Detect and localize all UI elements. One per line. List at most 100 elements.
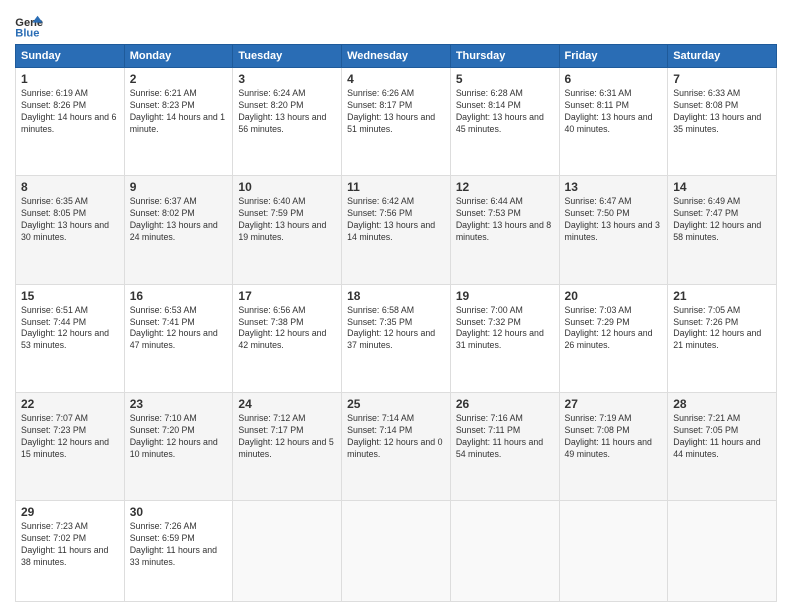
calendar-cell: 7 Sunrise: 6:33 AMSunset: 8:08 PMDaylight… <box>668 68 777 176</box>
day-number: 24 <box>238 397 336 411</box>
calendar-cell: 6 Sunrise: 6:31 AMSunset: 8:11 PMDaylight… <box>559 68 668 176</box>
logo-icon: General Blue <box>15 14 43 38</box>
day-number: 21 <box>673 289 771 303</box>
day-info: Sunrise: 6:31 AMSunset: 8:11 PMDaylight:… <box>565 88 663 136</box>
weekday-header-thursday: Thursday <box>450 45 559 68</box>
calendar-cell: 15 Sunrise: 6:51 AMSunset: 7:44 PMDayligh… <box>16 284 125 392</box>
calendar-cell: 19 Sunrise: 7:00 AMSunset: 7:32 PMDayligh… <box>450 284 559 392</box>
calendar-cell: 10Sunrise: 6:40 AMSunset: 7:59 PMDayligh… <box>233 176 342 284</box>
calendar-cell: 29 Sunrise: 7:23 AMSunset: 7:02 PMDayligh… <box>16 501 125 602</box>
calendar-cell: 4 Sunrise: 6:26 AMSunset: 8:17 PMDaylight… <box>342 68 451 176</box>
weekday-header-saturday: Saturday <box>668 45 777 68</box>
day-info: Sunrise: 7:07 AMSunset: 7:23 PMDaylight:… <box>21 413 119 461</box>
day-info: Sunrise: 6:28 AMSunset: 8:14 PMDaylight:… <box>456 88 554 136</box>
calendar-cell: 30Sunrise: 7:26 AMSunset: 6:59 PMDayligh… <box>124 501 233 602</box>
day-number: 7 <box>673 72 771 86</box>
calendar-cell: 14Sunrise: 6:49 AMSunset: 7:47 PMDayligh… <box>668 176 777 284</box>
calendar-cell: 9 Sunrise: 6:37 AMSunset: 8:02 PMDaylight… <box>124 176 233 284</box>
calendar-cell: 18Sunrise: 6:58 AMSunset: 7:35 PMDayligh… <box>342 284 451 392</box>
weekday-header-monday: Monday <box>124 45 233 68</box>
logo: General Blue <box>15 14 43 38</box>
calendar-cell <box>559 501 668 602</box>
day-info: Sunrise: 7:19 AMSunset: 7:08 PMDaylight:… <box>565 413 663 461</box>
calendar-cell: 20Sunrise: 7:03 AMSunset: 7:29 PMDayligh… <box>559 284 668 392</box>
calendar-week-4: 22 Sunrise: 7:07 AMSunset: 7:23 PMDayligh… <box>16 392 777 500</box>
weekday-header-friday: Friday <box>559 45 668 68</box>
day-number: 5 <box>456 72 554 86</box>
calendar-cell: 3 Sunrise: 6:24 AMSunset: 8:20 PMDaylight… <box>233 68 342 176</box>
day-number: 12 <box>456 180 554 194</box>
day-number: 6 <box>565 72 663 86</box>
day-number: 26 <box>456 397 554 411</box>
day-info: Sunrise: 7:21 AMSunset: 7:05 PMDaylight:… <box>673 413 771 461</box>
day-info: Sunrise: 7:12 AMSunset: 7:17 PMDaylight:… <box>238 413 336 461</box>
day-info: Sunrise: 7:26 AMSunset: 6:59 PMDaylight:… <box>130 521 228 569</box>
day-info: Sunrise: 6:33 AMSunset: 8:08 PMDaylight:… <box>673 88 771 136</box>
day-number: 11 <box>347 180 445 194</box>
calendar-cell: 21 Sunrise: 7:05 AMSunset: 7:26 PMDayligh… <box>668 284 777 392</box>
day-info: Sunrise: 7:05 AMSunset: 7:26 PMDaylight:… <box>673 305 771 353</box>
day-number: 15 <box>21 289 119 303</box>
calendar-cell: 24 Sunrise: 7:12 AMSunset: 7:17 PMDayligh… <box>233 392 342 500</box>
day-number: 29 <box>21 505 119 519</box>
calendar-cell: 17 Sunrise: 6:56 AMSunset: 7:38 PMDayligh… <box>233 284 342 392</box>
calendar-cell: 1 Sunrise: 6:19 AMSunset: 8:26 PMDaylight… <box>16 68 125 176</box>
calendar-cell <box>342 501 451 602</box>
calendar-cell: 26 Sunrise: 7:16 AMSunset: 7:11 PMDayligh… <box>450 392 559 500</box>
day-info: Sunrise: 6:56 AMSunset: 7:38 PMDaylight:… <box>238 305 336 353</box>
calendar-cell <box>668 501 777 602</box>
calendar-cell: 11 Sunrise: 6:42 AMSunset: 7:56 PMDayligh… <box>342 176 451 284</box>
calendar-cell: 22 Sunrise: 7:07 AMSunset: 7:23 PMDayligh… <box>16 392 125 500</box>
calendar-table: SundayMondayTuesdayWednesdayThursdayFrid… <box>15 44 777 602</box>
calendar-cell <box>450 501 559 602</box>
weekday-header-wednesday: Wednesday <box>342 45 451 68</box>
day-info: Sunrise: 6:53 AMSunset: 7:41 PMDaylight:… <box>130 305 228 353</box>
day-number: 8 <box>21 180 119 194</box>
calendar-cell: 12 Sunrise: 6:44 AMSunset: 7:53 PMDayligh… <box>450 176 559 284</box>
calendar-header-row: SundayMondayTuesdayWednesdayThursdayFrid… <box>16 45 777 68</box>
day-info: Sunrise: 6:37 AMSunset: 8:02 PMDaylight:… <box>130 196 228 244</box>
day-number: 23 <box>130 397 228 411</box>
day-number: 3 <box>238 72 336 86</box>
calendar-cell: 13 Sunrise: 6:47 AMSunset: 7:50 PMDayligh… <box>559 176 668 284</box>
day-number: 17 <box>238 289 336 303</box>
day-info: Sunrise: 6:19 AMSunset: 8:26 PMDaylight:… <box>21 88 119 136</box>
day-info: Sunrise: 7:03 AMSunset: 7:29 PMDaylight:… <box>565 305 663 353</box>
day-info: Sunrise: 6:26 AMSunset: 8:17 PMDaylight:… <box>347 88 445 136</box>
day-number: 16 <box>130 289 228 303</box>
day-info: Sunrise: 7:14 AMSunset: 7:14 PMDaylight:… <box>347 413 445 461</box>
calendar-cell: 27 Sunrise: 7:19 AMSunset: 7:08 PMDayligh… <box>559 392 668 500</box>
day-info: Sunrise: 6:44 AMSunset: 7:53 PMDaylight:… <box>456 196 554 244</box>
weekday-header-sunday: Sunday <box>16 45 125 68</box>
calendar-week-5: 29 Sunrise: 7:23 AMSunset: 7:02 PMDayligh… <box>16 501 777 602</box>
day-number: 13 <box>565 180 663 194</box>
day-number: 4 <box>347 72 445 86</box>
day-number: 19 <box>456 289 554 303</box>
day-info: Sunrise: 6:40 AMSunset: 7:59 PMDaylight:… <box>238 196 336 244</box>
day-info: Sunrise: 7:10 AMSunset: 7:20 PMDaylight:… <box>130 413 228 461</box>
day-info: Sunrise: 6:24 AMSunset: 8:20 PMDaylight:… <box>238 88 336 136</box>
day-info: Sunrise: 6:35 AMSunset: 8:05 PMDaylight:… <box>21 196 119 244</box>
calendar-cell: 5 Sunrise: 6:28 AMSunset: 8:14 PMDaylight… <box>450 68 559 176</box>
day-info: Sunrise: 7:00 AMSunset: 7:32 PMDaylight:… <box>456 305 554 353</box>
day-number: 22 <box>21 397 119 411</box>
day-info: Sunrise: 6:21 AMSunset: 8:23 PMDaylight:… <box>130 88 228 136</box>
calendar-cell: 25 Sunrise: 7:14 AMSunset: 7:14 PMDayligh… <box>342 392 451 500</box>
day-info: Sunrise: 7:23 AMSunset: 7:02 PMDaylight:… <box>21 521 119 569</box>
day-number: 1 <box>21 72 119 86</box>
day-info: Sunrise: 6:51 AMSunset: 7:44 PMDaylight:… <box>21 305 119 353</box>
calendar-cell <box>233 501 342 602</box>
header: General Blue <box>15 10 777 38</box>
day-info: Sunrise: 7:16 AMSunset: 7:11 PMDaylight:… <box>456 413 554 461</box>
day-number: 2 <box>130 72 228 86</box>
calendar-cell: 8 Sunrise: 6:35 AMSunset: 8:05 PMDaylight… <box>16 176 125 284</box>
day-number: 9 <box>130 180 228 194</box>
day-info: Sunrise: 6:47 AMSunset: 7:50 PMDaylight:… <box>565 196 663 244</box>
calendar-week-2: 8 Sunrise: 6:35 AMSunset: 8:05 PMDaylight… <box>16 176 777 284</box>
svg-text:Blue: Blue <box>15 27 39 38</box>
calendar-cell: 23 Sunrise: 7:10 AMSunset: 7:20 PMDayligh… <box>124 392 233 500</box>
day-number: 27 <box>565 397 663 411</box>
calendar-cell: 2 Sunrise: 6:21 AMSunset: 8:23 PMDaylight… <box>124 68 233 176</box>
day-info: Sunrise: 6:42 AMSunset: 7:56 PMDaylight:… <box>347 196 445 244</box>
day-number: 25 <box>347 397 445 411</box>
